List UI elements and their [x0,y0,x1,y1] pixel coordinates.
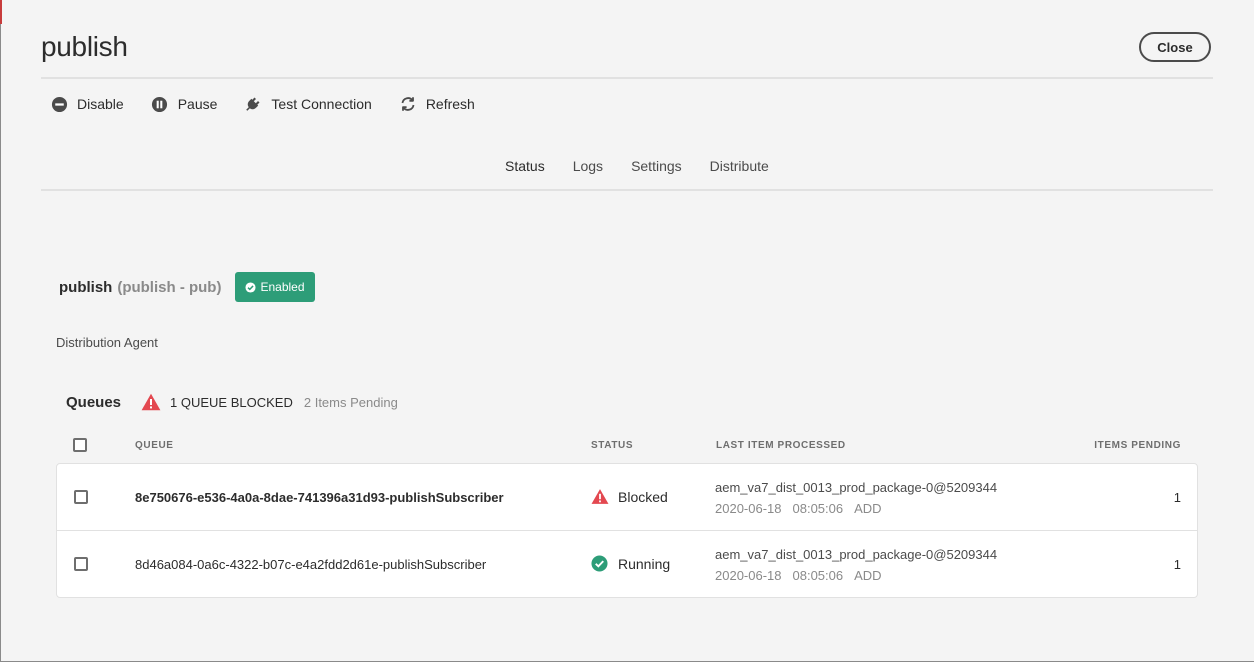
queue-name: 8d46a084-0a6c-4322-b07c-e4a2fdd2d61e-pub… [135,557,487,572]
last-item-action: ADD [854,501,882,516]
select-all-checkbox[interactable] [73,438,87,452]
page-title: publish [41,31,128,62]
status-badge: Enabled [235,272,315,302]
alert-icon [141,393,161,411]
close-button[interactable]: Close [1139,32,1211,62]
row-checkbox[interactable] [74,557,88,571]
tab-divider [41,189,1213,191]
last-item-meta: 2020-06-18 08:05:06 ADD [715,501,893,516]
action-bar: Disable Pause Test Connection Refresh [50,93,502,115]
table-header: QUEUE STATUS LAST ITEM PROCESSED ITEMS P… [56,432,1198,458]
last-item-date: 2020-06-18 [715,568,782,583]
queues-table: 8e750676-e536-4a0a-8dae-741396a31d93-pub… [56,463,1198,598]
table-row[interactable]: 8d46a084-0a6c-4322-b07c-e4a2fdd2d61e-pub… [57,531,1197,598]
last-item-date: 2020-06-18 [715,501,782,516]
last-item-time: 08:05:06 [792,568,844,583]
agent-header: publish (publish - pub) Enabled [59,272,315,302]
queues-blocked-count: 1 QUEUE BLOCKED [170,394,293,410]
tab-status[interactable]: Status [500,150,549,191]
minus-circle-icon [50,95,68,113]
check-circle-icon [245,281,257,293]
disable-button[interactable]: Disable [50,95,124,113]
refresh-button[interactable]: Refresh [399,95,475,113]
agent-subtitle: (publish - pub) [117,278,222,296]
tab-distribute[interactable]: Distribute [706,150,773,190]
column-header-status[interactable]: STATUS [591,440,633,451]
table-row[interactable]: 8e750676-e536-4a0a-8dae-741396a31d93-pub… [57,464,1197,531]
pause-button[interactable]: Pause [151,95,218,113]
refresh-label: Refresh [425,96,475,112]
queues-title: Queues [66,393,122,411]
queues-pending-count: 2 Items Pending [303,394,398,410]
refresh-icon [399,95,417,113]
queue-status: Blocked [591,488,668,506]
check-circle-icon [591,555,609,573]
disable-label: Disable [77,96,124,112]
agent-name: publish [59,278,113,296]
agent-description: Distribution Agent [56,335,158,350]
queue-name: 8e750676-e536-4a0a-8dae-741396a31d93-pub… [135,490,504,505]
last-item-meta: 2020-06-18 08:05:06 ADD [715,568,893,583]
tab-bar: Status Logs Settings Distribute [500,150,793,191]
test-connection-label: Test Connection [271,96,372,112]
queue-status-label: Blocked [618,489,668,505]
header-divider [41,77,1213,79]
tab-logs[interactable]: Logs [569,150,607,190]
window-frame-accent [0,0,2,24]
status-badge-label: Enabled [260,280,305,294]
column-header-items-pending[interactable]: ITEMS PENDING [1094,440,1181,451]
queues-header: Queues 1 QUEUE BLOCKED 2 Items Pending [66,391,398,413]
items-pending-count: 1 [1173,557,1181,572]
last-item-name: aem_va7_dist_0013_prod_package-0@5209344 [715,547,998,562]
pause-label: Pause [177,96,218,112]
tab-settings[interactable]: Settings [627,150,686,190]
column-header-queue[interactable]: QUEUE [135,440,174,451]
queue-status-label: Running [618,556,671,572]
alert-icon [591,488,609,506]
row-checkbox[interactable] [74,490,88,504]
window-frame-left [0,0,1,662]
last-item-time: 08:05:06 [792,501,844,516]
last-item-name: aem_va7_dist_0013_prod_package-0@5209344 [715,480,998,495]
column-header-last-item[interactable]: LAST ITEM PROCESSED [716,440,846,451]
pause-circle-icon [151,95,169,113]
plug-icon [244,95,262,113]
last-item-action: ADD [854,568,882,583]
queue-status: Running [591,555,670,573]
test-connection-button[interactable]: Test Connection [244,95,372,113]
items-pending-count: 1 [1173,490,1181,505]
